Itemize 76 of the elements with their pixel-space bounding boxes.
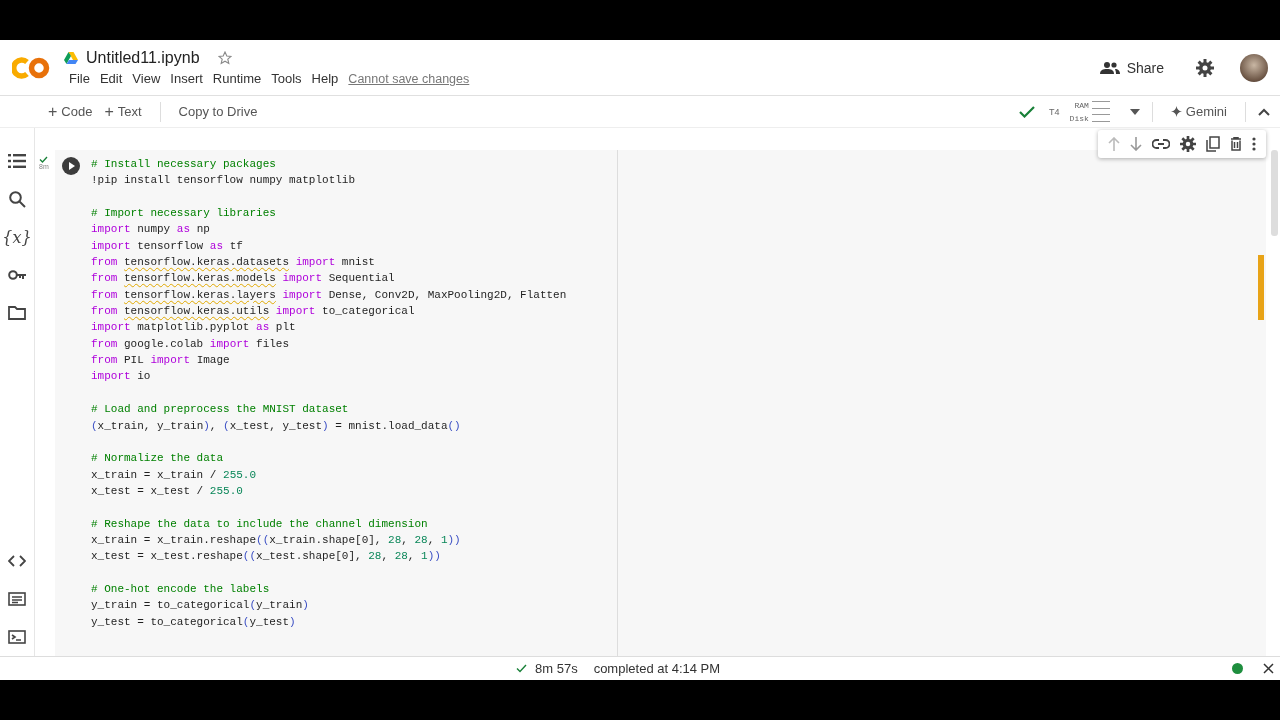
code-line: # One-hot encode the labels [91,581,271,597]
share-button[interactable]: Share [1093,58,1170,77]
code-line: from tensorflow.keras.layers import Dense, Conv2D, MaxPooling2D, Flatten [91,287,568,303]
table-of-contents-icon[interactable] [8,154,26,168]
code-line: import tensorflow as tf [91,238,244,254]
check-icon [516,664,527,673]
variables-icon[interactable]: {x} [2,227,32,247]
key-icon[interactable] [7,270,27,280]
run-icon[interactable] [62,157,80,175]
collapse-icon[interactable] [1258,107,1270,116]
status-message: completed at 4:14 PM [593,661,721,676]
terminal-icon[interactable] [8,630,26,644]
menu-item[interactable]: Insert [165,71,208,86]
gemini-button[interactable]: Gemini [1164,104,1233,119]
add-cell-button[interactable]: + Code [42,102,99,121]
code-line: x_test = x_test / 255.0 [91,483,244,499]
caret-icon[interactable] [1129,108,1140,115]
more-icon[interactable] [1252,137,1256,151]
avatar[interactable] [1240,53,1268,82]
link-icon[interactable] [1152,139,1170,149]
settings-icon[interactable] [1180,136,1196,152]
check-icon [39,156,49,163]
star-icon[interactable] [217,51,232,65]
folder-icon[interactable] [8,306,26,320]
code-line: (x_train, y_train), (x_test, y_test) = mnist.load_data() [91,418,462,434]
menu-item[interactable]: Edit [94,71,128,86]
menu-item[interactable]: Help [306,71,344,86]
connection-dot-icon [1232,663,1243,674]
code-icon[interactable] [8,555,26,567]
colab-logo [12,56,50,79]
code-line: # Reshape the data to include the channel dimension [91,516,429,532]
code-line: x_test = x_test.reshape((x_test.shape[0], 28, 28, 1)) [91,549,442,565]
close-icon[interactable] [1263,663,1274,674]
code-line: x_train = x_train.reshape((x_train.shape[0], 28, 28, 1)) [91,532,462,548]
code-line: !pip install tensorflow numpy matplotlib [91,173,357,189]
drive-icon [64,52,78,64]
save-notice-link[interactable]: Cannot save changes [348,71,470,86]
code-line: # Install necessary packages [91,157,277,172]
code-line: y_train = to_categorical(y_train) [91,598,310,614]
code-line: import io [91,369,152,385]
runtime-label: T4 [1049,106,1060,117]
code-line: # Load and preprocess the MNIST dataset [91,402,350,418]
code-line: # Normalize the data [91,451,225,467]
move-down-icon[interactable] [1130,137,1142,151]
sparkle-icon [1170,106,1182,117]
code-line: y_test = to_categorical(y_test) [91,614,297,630]
code-line: from tensorflow.keras.datasets import mnist [91,255,376,271]
add-cell-button[interactable]: + Text [98,102,148,121]
code-line: from PIL import Image [91,353,231,369]
check-icon [1019,105,1036,118]
search-icon[interactable] [8,190,26,208]
code-cell[interactable] [55,150,1266,656]
code-line: x_train = x_train / 255.0 [91,467,258,483]
copy-to-drive-button[interactable]: Copy to Drive [172,104,264,119]
code-line: import matplotlib.pyplot as plt [91,320,297,336]
scroll-marker [1258,255,1264,320]
code-line: from google.colab import files [91,336,291,352]
ram-label: RAM [1074,99,1089,112]
disk-meter [1091,114,1110,122]
code-line: from tensorflow.keras.models import Sequential [91,271,396,287]
code-line: # Import necessary libraries [91,206,277,222]
delete-icon[interactable] [1230,137,1242,151]
command-palette-icon[interactable] [8,592,26,606]
settings-icon[interactable] [1196,58,1214,77]
duration-text: 8m 57s [535,661,578,676]
scrollbar-thumb[interactable] [1271,150,1278,236]
menu-item[interactable]: Tools [266,71,307,86]
menu-item[interactable]: View [127,71,166,86]
people-icon [1099,61,1120,74]
code-line: from tensorflow.keras.utils import to_categorical [91,304,416,320]
notebook-title[interactable]: Untitled11.ipynb [86,49,200,67]
ram-meter [1091,101,1110,109]
menu-item[interactable]: File [64,71,95,86]
disk-label: Disk [1069,112,1089,125]
code-line: import numpy as np [91,222,211,238]
menu-item[interactable]: Runtime [207,71,267,86]
